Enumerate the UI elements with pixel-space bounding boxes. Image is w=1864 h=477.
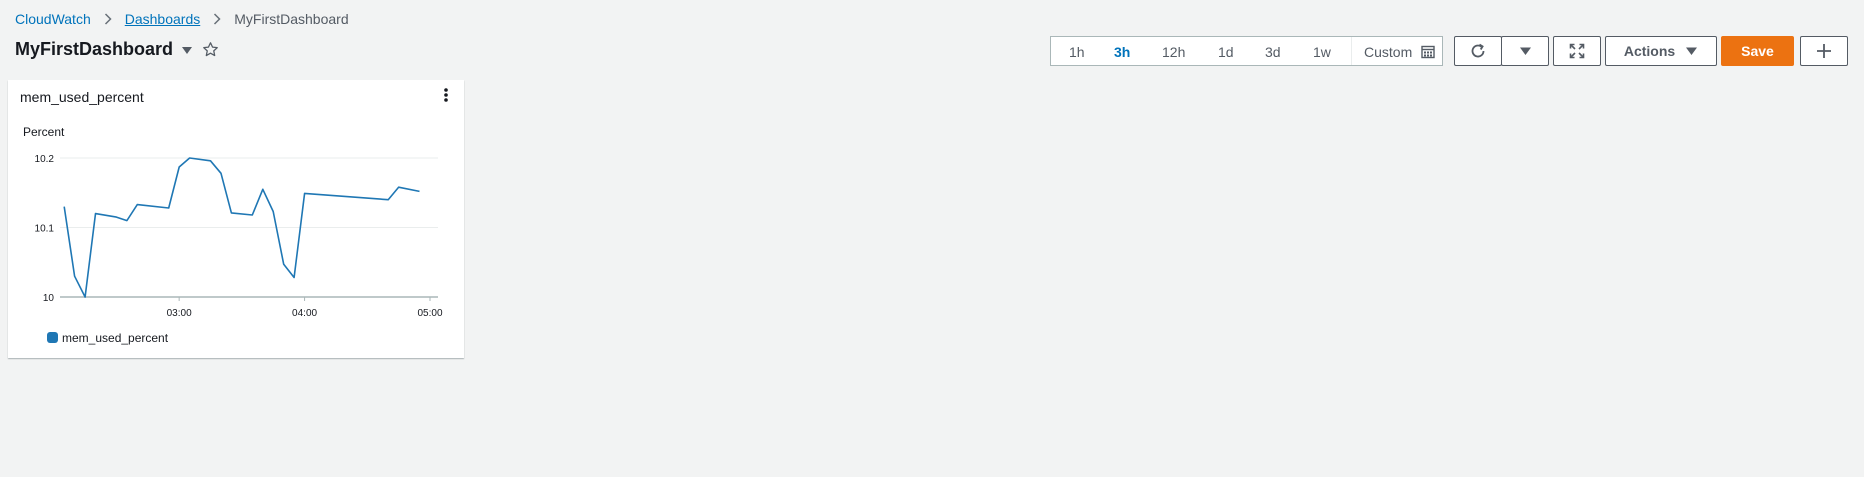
data-point[interactable] [208,158,213,163]
data-point[interactable] [271,209,276,214]
metric-widget[interactable]: mem_used_percent Percent 10 10.1 10.2 03:0… [8,80,464,358]
x-tick-label: 04:00 [292,308,317,319]
time-range-3h[interactable]: 3h [1114,44,1130,60]
x-tick-label: 05:00 [417,308,442,319]
x-tick-label: 03:00 [167,308,192,319]
time-range-1w[interactable]: 1w [1313,44,1331,60]
y-axis-unit-label: Percent [23,125,65,139]
data-point[interactable] [114,215,119,220]
breadcrumb-cloudwatch-link[interactable]: CloudWatch [15,11,91,27]
breadcrumb: CloudWatch Dashboards MyFirstDashboard [15,11,349,27]
x-axis-ticks: 03:00 04:00 05:00 [167,297,443,319]
actions-label: Actions [1623,43,1676,59]
refresh-icon [1469,42,1487,60]
line-chart: Percent 10 10.1 10.2 03:00 04:00 05:00 mem_u… [23,125,443,345]
data-point[interactable] [281,262,286,267]
fullscreen-button[interactable] [1553,36,1601,66]
data-point[interactable] [386,197,391,202]
data-point[interactable] [396,185,401,190]
time-range-custom[interactable]: Custom [1364,44,1435,60]
breadcrumb-dashboards-link[interactable]: Dashboards [125,11,201,27]
save-button[interactable]: Save [1721,36,1794,66]
data-point[interactable] [135,202,140,207]
data-point[interactable] [229,210,234,215]
y-axis-ticks: 10 10.1 10.2 [35,154,55,304]
data-point[interactable] [62,204,67,209]
time-range-1d[interactable]: 1d [1218,44,1234,60]
y-tick-label: 10 [43,293,55,304]
data-point[interactable] [187,156,192,161]
y-tick-label: 10.1 [35,224,55,235]
actions-button[interactable]: Actions [1605,36,1717,66]
data-point[interactable] [302,191,307,196]
data-point[interactable] [177,165,182,170]
refresh-options-button[interactable] [1501,36,1549,66]
calendar-icon [1421,45,1435,59]
data-point[interactable] [124,218,129,223]
data-point[interactable] [166,206,171,211]
data-point[interactable] [292,275,297,280]
divider [1351,37,1352,65]
plus-icon [1816,43,1832,59]
data-point[interactable] [93,211,98,216]
time-range-selector: 1h 3h 12h 1d 3d 1w Custom [1050,36,1443,66]
caret-down-icon [1685,46,1698,56]
legend-label[interactable]: mem_used_percent [62,331,169,345]
caret-down-icon[interactable] [181,45,193,55]
chart-grid [60,157,438,298]
page-title: MyFirstDashboard [15,39,174,59]
chevron-right-icon [104,13,112,25]
time-range-3d[interactable]: 3d [1265,44,1281,60]
refresh-button[interactable] [1454,36,1502,66]
breadcrumb-current: MyFirstDashboard [234,11,349,27]
data-point[interactable] [250,212,255,217]
data-point[interactable] [72,274,77,279]
time-range-1h[interactable]: 1h [1069,44,1085,60]
legend-swatch [47,332,58,343]
star-icon[interactable] [202,41,219,58]
chevron-right-icon [213,13,221,25]
caret-down-icon [1519,46,1532,56]
dashboard-header: MyFirstDashboard [15,39,219,60]
fullscreen-icon [1569,43,1585,59]
data-point[interactable] [218,171,223,176]
custom-label: Custom [1364,44,1413,60]
add-widget-button[interactable] [1800,36,1848,66]
data-point[interactable] [260,187,265,192]
data-point[interactable] [417,189,422,194]
y-tick-label: 10.2 [35,154,55,165]
data-point[interactable] [83,295,88,300]
time-range-12h[interactable]: 12h [1162,44,1185,60]
